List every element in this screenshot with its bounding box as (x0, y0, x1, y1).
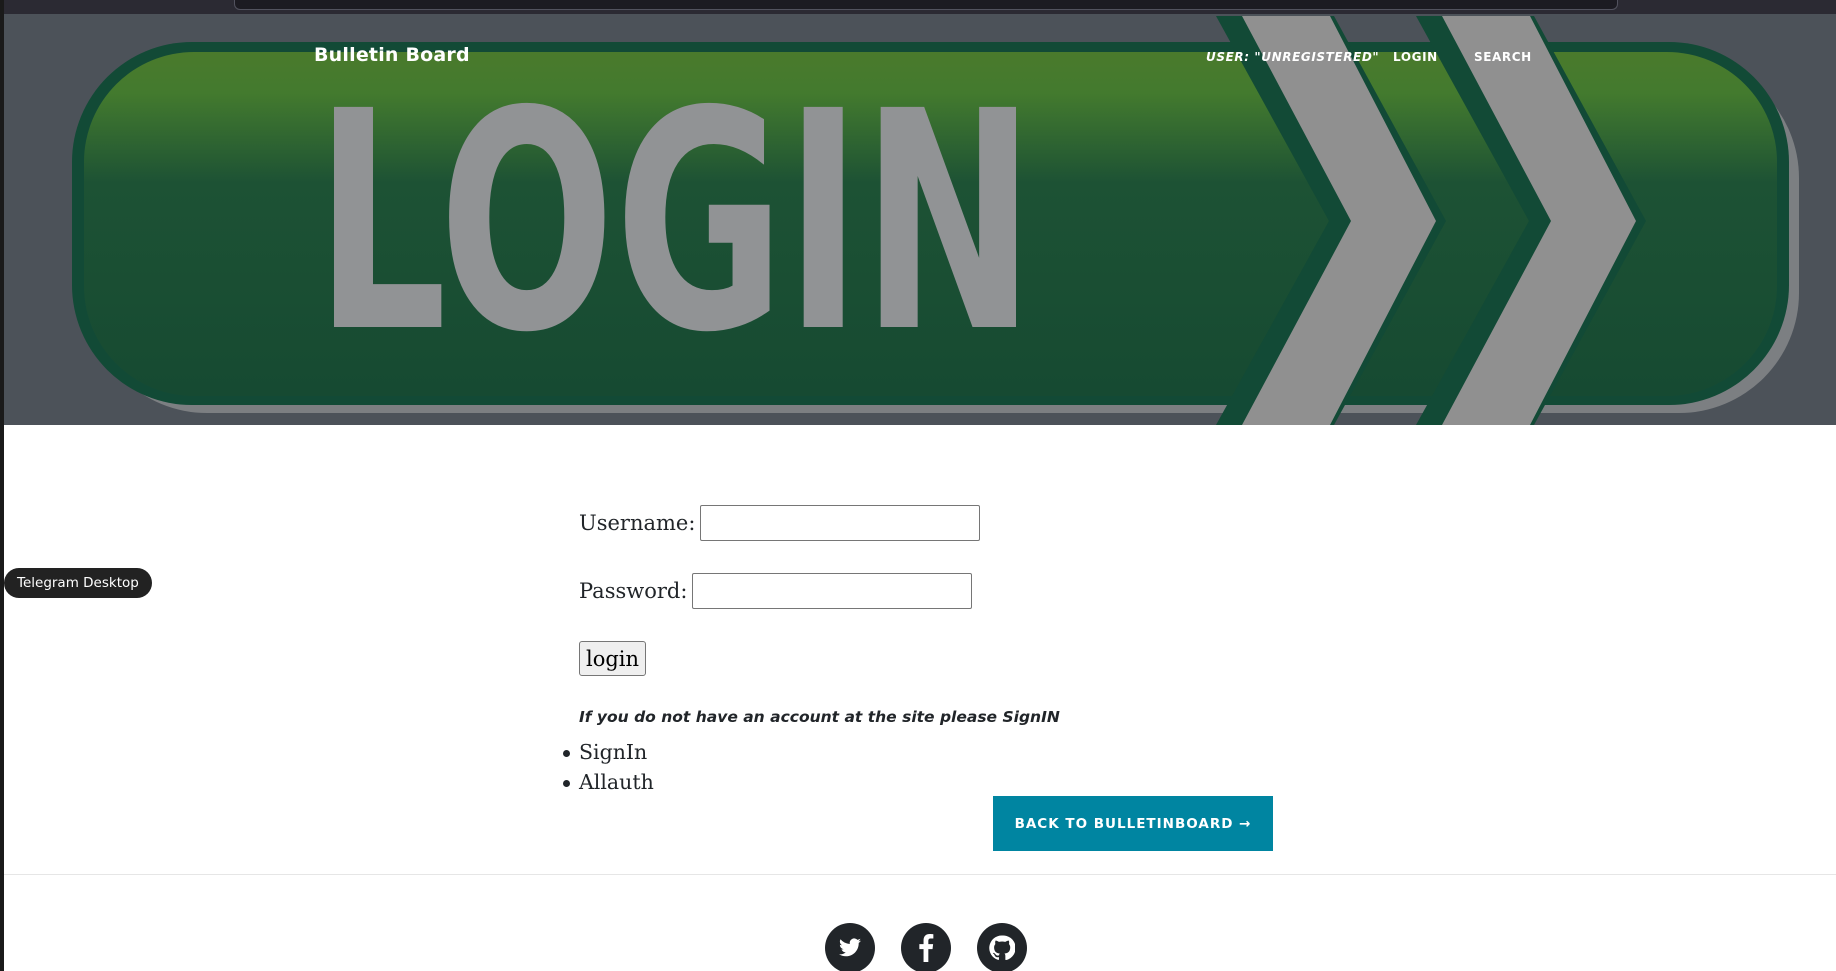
password-input[interactable] (692, 573, 973, 609)
masthead: LOGIN Bulletin Board USER: "UNREGISTERED… (4, 14, 1836, 425)
signup-note: If you do not have an account at the sit… (579, 708, 1060, 726)
nav-login-link[interactable]: LOGIN (1393, 50, 1438, 64)
nav-user-status: USER: "UNREGISTERED" (1206, 50, 1380, 64)
password-label: Password: (579, 579, 688, 603)
banner-title: LOGIN (315, 48, 1035, 399)
browser-toolbar (0, 0, 1836, 14)
login-banner-image: LOGIN (72, 16, 1799, 425)
footer-divider (4, 874, 1836, 875)
username-label: Username: (579, 511, 696, 535)
password-row: Password: (579, 573, 973, 609)
site-brand[interactable]: Bulletin Board (314, 44, 470, 66)
address-bar[interactable] (234, 0, 1618, 10)
nav-search-link[interactable]: SEARCH (1474, 50, 1532, 64)
back-to-bulletinboard-button[interactable]: BACK TO BULLETINBOARD → (993, 796, 1273, 851)
auth-links: SignIn Allauth (563, 737, 654, 797)
username-input[interactable] (700, 505, 981, 541)
telegram-desktop-tooltip: Telegram Desktop (4, 568, 152, 598)
github-icon[interactable] (977, 923, 1027, 971)
twitter-icon[interactable] (825, 923, 875, 971)
allauth-link[interactable]: Allauth (563, 767, 654, 797)
signin-link[interactable]: SignIn (563, 737, 654, 767)
login-submit-button[interactable]: login (579, 641, 647, 676)
username-row: Username: (579, 505, 981, 541)
facebook-icon[interactable] (901, 923, 951, 971)
